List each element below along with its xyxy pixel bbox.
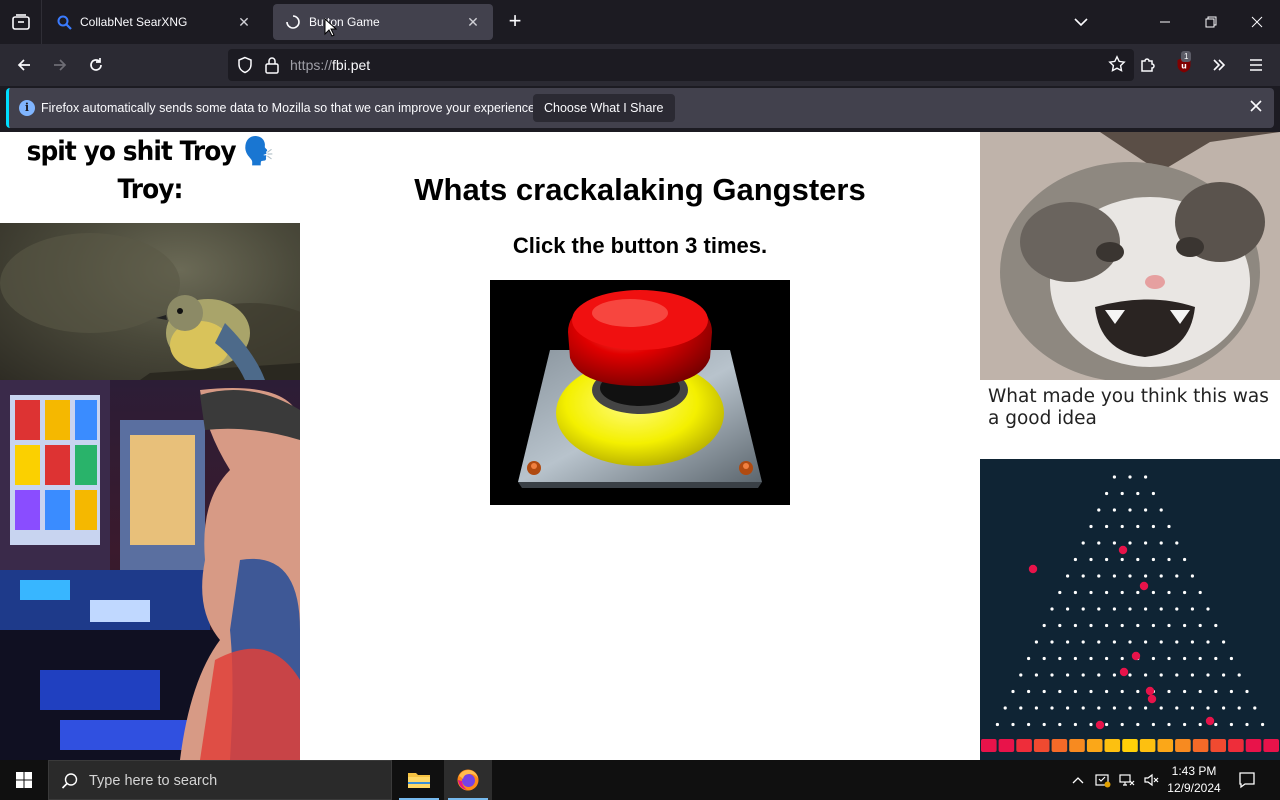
network-tray-button[interactable] (1116, 760, 1138, 800)
chevron-down-icon (1074, 18, 1088, 27)
meme-caption-line-2: Troy: (117, 174, 183, 205)
firefox-view-icon (11, 14, 30, 30)
choose-what-i-share-button[interactable]: Choose What I Share (533, 94, 675, 122)
close-tab-icon[interactable]: ✕ (234, 12, 254, 32)
instruction-text: Click the button 3 times. (512, 233, 768, 258)
extensions-button[interactable] (1133, 50, 1163, 80)
reload-icon (90, 58, 102, 71)
double-chevron-right-icon (1213, 59, 1226, 71)
url-bar[interactable]: https://fbi.pet (228, 49, 1134, 81)
clock-date: 12/9/2024 (1167, 781, 1221, 795)
url-scheme: https:// (290, 57, 333, 73)
lock-icon[interactable] (264, 56, 280, 79)
forward-button[interactable] (45, 50, 75, 80)
minimize-button[interactable] (1142, 0, 1188, 44)
plinko-image (980, 459, 1280, 760)
navigation-toolbar: https://fbi.pet u (0, 44, 1280, 86)
loading-icon (285, 14, 301, 30)
meme-caption: spit yo shit Troy 🗣️ Troy: (12, 132, 288, 223)
close-icon (1251, 16, 1263, 28)
more-tools-button[interactable] (1204, 50, 1234, 80)
minimize-icon (1160, 21, 1170, 23)
list-all-tabs-button[interactable] (1070, 12, 1092, 32)
svg-text:u: u (1181, 62, 1187, 71)
volume-tray-button[interactable] (1140, 760, 1162, 800)
taskbar-clock[interactable]: 1:43 PM 12/9/2024 (1160, 763, 1228, 797)
reload-button[interactable] (81, 50, 111, 80)
page-content: spit yo shit Troy 🗣️ Troy: Whats crackal… (0, 132, 1280, 760)
mouse-cursor-icon (324, 18, 338, 37)
shield-icon[interactable] (236, 56, 254, 79)
folder-icon (408, 773, 430, 788)
close-window-button[interactable] (1234, 0, 1280, 44)
notification-icon (1239, 772, 1255, 789)
windows-taskbar: Type here to search 1:43 PM 12/9/2024 (0, 760, 1280, 800)
search-icon (61, 772, 79, 795)
notification-message: Firefox automatically sends some data to… (41, 101, 539, 115)
chevron-up-icon (1072, 777, 1084, 784)
windows-logo-icon (16, 772, 32, 788)
close-notification-icon[interactable] (1248, 98, 1264, 119)
search-icon (56, 14, 72, 30)
arrow-right-icon (54, 59, 67, 71)
tab-button-game[interactable]: Button Game ✕ (273, 4, 493, 40)
show-hidden-icons-button[interactable] (1068, 760, 1088, 800)
tab-collabnet-searxng[interactable]: CollabNet SearXNG ✕ (44, 4, 264, 40)
cat-meme-image (980, 132, 1280, 380)
firefox-logo-icon (457, 769, 479, 791)
back-button[interactable] (9, 50, 39, 80)
page-title: Whats crackalaking Gangsters (414, 172, 866, 207)
app-menu-button[interactable] (1241, 50, 1271, 80)
puzzle-icon (1141, 58, 1155, 72)
meme-caption-line-1: spit yo shit Troy 🗣️ (26, 136, 275, 167)
extension-badge-count: 1 (1181, 51, 1192, 62)
url-text[interactable]: https://fbi.pet (290, 57, 370, 73)
firefox-view-button[interactable] (0, 0, 42, 44)
hamburger-menu-icon (1250, 59, 1262, 71)
security-tray-button[interactable] (1092, 760, 1114, 800)
info-icon: i (19, 100, 35, 116)
action-center-button[interactable] (1232, 760, 1262, 800)
close-tab-icon[interactable]: ✕ (463, 12, 483, 32)
network-icon (1119, 774, 1135, 786)
clock-time: 1:43 PM (1171, 764, 1217, 778)
telemetry-notification-bar: i Firefox automatically sends some data … (6, 88, 1274, 128)
defender-alert-icon (1095, 774, 1111, 788)
bird-image (0, 223, 300, 380)
restore-button[interactable] (1188, 0, 1234, 44)
new-tab-button[interactable]: + (503, 10, 527, 34)
taskbar-search-placeholder: Type here to search (89, 773, 218, 789)
right-meme-column: What made you think this was a good idea (980, 132, 1280, 760)
tab-strip: CollabNet SearXNG ✕ Button Game ✕ + (0, 0, 1280, 44)
cat-meme-caption: What made you think this was a good idea (980, 380, 1280, 440)
restore-icon (1205, 16, 1217, 28)
taskbar-search-box[interactable]: Type here to search (48, 760, 392, 800)
slot-machine-image (0, 380, 300, 760)
speaker-muted-icon (1144, 773, 1159, 787)
start-button[interactable] (0, 760, 48, 800)
firefox-taskbar-button[interactable] (444, 760, 492, 800)
tab-label: CollabNet SearXNG (80, 15, 188, 29)
arrow-left-icon (17, 59, 30, 71)
big-red-button[interactable] (490, 280, 790, 505)
url-host: fbi.pet (332, 57, 371, 73)
file-explorer-taskbar-button[interactable] (395, 760, 443, 800)
bookmark-star-icon[interactable] (1108, 55, 1126, 78)
left-meme-column: spit yo shit Troy 🗣️ Troy: (0, 132, 300, 760)
